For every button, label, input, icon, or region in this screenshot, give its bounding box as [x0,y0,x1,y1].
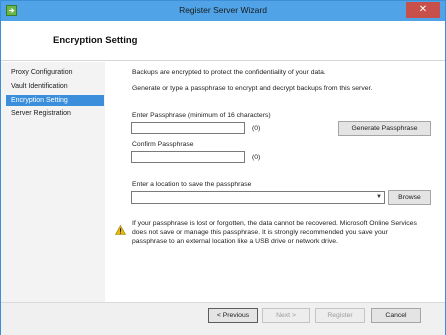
confirm-char-count: (0) [252,154,261,161]
next-button[interactable]: Next > [262,308,310,323]
title-bar[interactable]: Register Server Wizard ✕ [1,1,445,21]
sidebar-item-encryption-setting[interactable]: Encryption Setting [6,95,104,106]
generate-passphrase-button[interactable]: Generate Passphrase [338,121,431,136]
confirm-passphrase-label: Confirm Passphrase [132,141,194,148]
confirm-passphrase-input[interactable] [131,151,245,163]
warning-icon [115,225,126,235]
chevron-down-icon[interactable]: ▼ [376,194,382,200]
passphrase-input[interactable] [131,122,245,134]
sidebar-item-server-registration[interactable]: Server Registration [6,108,104,119]
window-title: Register Server Wizard [179,5,267,15]
wizard-footer: < Previous Next > Register Cancel [1,302,445,335]
passphrase-char-count: (0) [252,125,261,132]
save-location-label: Enter a location to save the passphrase [132,181,252,188]
wizard-steps-sidebar: Proxy Configuration Vault Identification… [1,62,105,302]
intro-text-1: Backups are encrypted to protect the con… [132,69,326,76]
browse-button[interactable]: Browse [388,190,431,205]
save-location-dropdown[interactable]: ▼ [131,191,385,204]
cancel-button[interactable]: Cancel [371,308,421,323]
intro-text-2: Generate or type a passphrase to encrypt… [132,85,373,92]
close-button[interactable]: ✕ [406,2,440,18]
page-title: Encryption Setting [53,35,138,46]
main-content: Backups are encrypted to protect the con… [105,62,445,302]
sidebar-item-proxy-configuration[interactable]: Proxy Configuration [6,67,104,78]
register-button[interactable]: Register [315,308,365,323]
warning-line-2: does not save or manage this passphrase.… [132,229,388,236]
page-header: Encryption Setting [1,21,445,61]
wizard-window: Register Server Wizard ✕ Encryption Sett… [0,0,446,335]
passphrase-label: Enter Passphrase (minimum of 16 characte… [132,112,271,119]
warning-line-3: passphrase to an external location like … [132,238,338,245]
previous-button[interactable]: < Previous [208,308,258,323]
sidebar-item-vault-identification[interactable]: Vault Identification [6,81,104,92]
warning-line-1: If your passphrase is lost or forgotten,… [132,220,417,227]
